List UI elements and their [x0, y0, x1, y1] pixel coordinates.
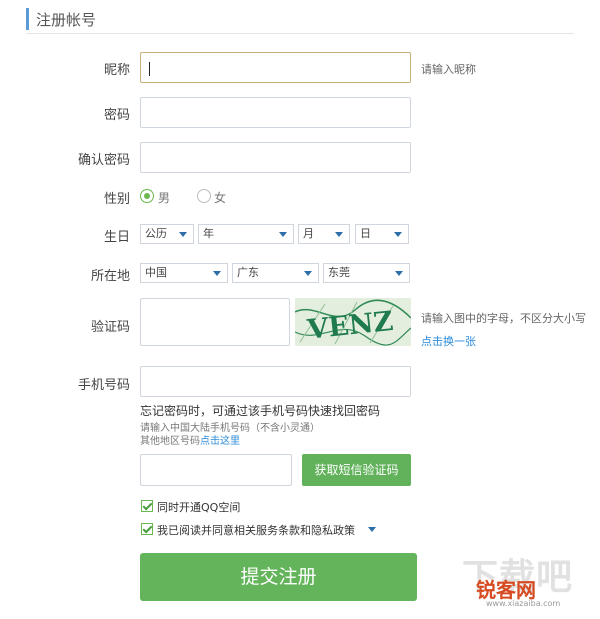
location-label: 所在地 — [90, 269, 130, 284]
gender-female-label: 女 — [214, 191, 227, 205]
agreement-checkbox[interactable] — [141, 523, 153, 535]
chevron-down-icon — [394, 232, 402, 237]
birth-month-value: 月 — [303, 227, 314, 240]
calendar-type-value: 公历 — [145, 227, 167, 240]
agreement-expand-icon[interactable] — [368, 527, 376, 532]
form-header: 注册帐号 — [26, 6, 574, 34]
other-region-link[interactable]: 点击这里 — [200, 436, 240, 447]
birthday-label: 生日 — [103, 230, 130, 245]
agreement-label: 我已阅读并同意相关服务条款和隐私政策 — [157, 524, 355, 537]
watermark-url: www.xiazaiba.com — [486, 599, 561, 608]
captcha-noise-graphic: VENZ — [295, 298, 411, 346]
gender-female-radio[interactable] — [197, 189, 211, 203]
page-title: 注册帐号 — [36, 11, 97, 29]
chevron-down-icon — [279, 232, 287, 237]
city-select[interactable]: 东莞 — [323, 263, 410, 283]
chevron-down-icon — [179, 232, 187, 237]
province-select[interactable]: 广东 — [232, 263, 319, 283]
birth-year-select[interactable]: 年 — [198, 224, 294, 244]
birth-month-select[interactable]: 月 — [298, 224, 350, 244]
city-value: 东莞 — [328, 266, 350, 279]
birth-year-value: 年 — [203, 227, 214, 240]
password-label: 密码 — [103, 108, 130, 123]
qzone-checkbox[interactable] — [141, 500, 153, 512]
password-input[interactable] — [140, 97, 411, 128]
chevron-down-icon — [213, 271, 221, 276]
captcha-label: 验证码 — [90, 320, 130, 335]
chevron-down-icon — [395, 271, 403, 276]
sms-code-input[interactable] — [140, 454, 292, 486]
province-value: 广东 — [237, 266, 259, 279]
nickname-label: 昵称 — [103, 63, 130, 78]
phone-recovery-note: 忘记密码时，可通过该手机号码快速找回密码 — [140, 404, 381, 418]
gender-male-label: 男 — [158, 191, 171, 205]
get-sms-code-button[interactable]: 获取短信验证码 — [302, 454, 411, 486]
qzone-label: 同时开通QQ空间 — [157, 501, 241, 514]
calendar-type-select[interactable]: 公历 — [140, 224, 194, 244]
other-region-note: 其他地区号码点击这里 — [140, 432, 240, 447]
confirm-password-input[interactable] — [140, 142, 411, 173]
confirm-password-label: 确认密码 — [77, 153, 130, 168]
country-value: 中国 — [145, 266, 167, 279]
phone-label: 手机号码 — [77, 378, 130, 393]
other-region-text: 其他地区号码 — [140, 436, 200, 447]
country-select[interactable]: 中国 — [140, 263, 228, 283]
gender-label: 性别 — [103, 192, 130, 207]
birth-day-value: 日 — [360, 227, 371, 240]
birth-day-select[interactable]: 日 — [355, 224, 409, 244]
gender-male-radio[interactable] — [140, 189, 154, 203]
captcha-image[interactable]: VENZ — [295, 298, 411, 346]
header-accent-bar — [26, 8, 29, 30]
chevron-down-icon — [335, 232, 343, 237]
captcha-hint: 请输入图中的字母，不区分大小写 — [421, 312, 586, 325]
captcha-refresh-link[interactable]: 点击换一张 — [421, 333, 476, 349]
captcha-input[interactable] — [140, 298, 290, 346]
text-caret — [149, 62, 150, 76]
nickname-hint: 请输入昵称 — [421, 63, 476, 76]
chevron-down-icon — [304, 271, 312, 276]
phone-input[interactable] — [140, 366, 411, 397]
submit-register-button[interactable]: 提交注册 — [140, 553, 417, 601]
nickname-input[interactable] — [140, 52, 411, 83]
